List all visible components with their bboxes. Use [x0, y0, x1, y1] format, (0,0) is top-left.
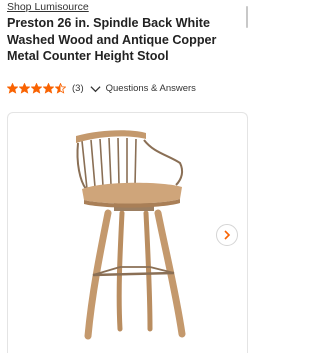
star-icon	[7, 83, 18, 94]
star-icon	[31, 83, 42, 94]
star-icon	[19, 83, 30, 94]
product-image	[76, 130, 186, 340]
star-icon	[43, 83, 54, 94]
questions-answers-link[interactable]: Questions & Answers	[106, 83, 196, 94]
product-title: Preston 26 in. Spindle Back White Washed…	[7, 16, 217, 63]
review-count[interactable]: (3)	[72, 83, 84, 94]
product-image-carousel[interactable]	[7, 112, 248, 353]
rating-stars	[7, 83, 67, 94]
chevron-right-icon	[224, 230, 231, 240]
scrollbar-thumb[interactable]	[246, 6, 248, 28]
next-image-button[interactable]	[216, 224, 238, 246]
chevron-down-icon[interactable]	[90, 85, 101, 93]
rating-row[interactable]: (3) Questions & Answers	[7, 81, 243, 96]
star-icon	[55, 83, 66, 94]
store-link[interactable]: Shop Lumisource	[7, 1, 89, 13]
